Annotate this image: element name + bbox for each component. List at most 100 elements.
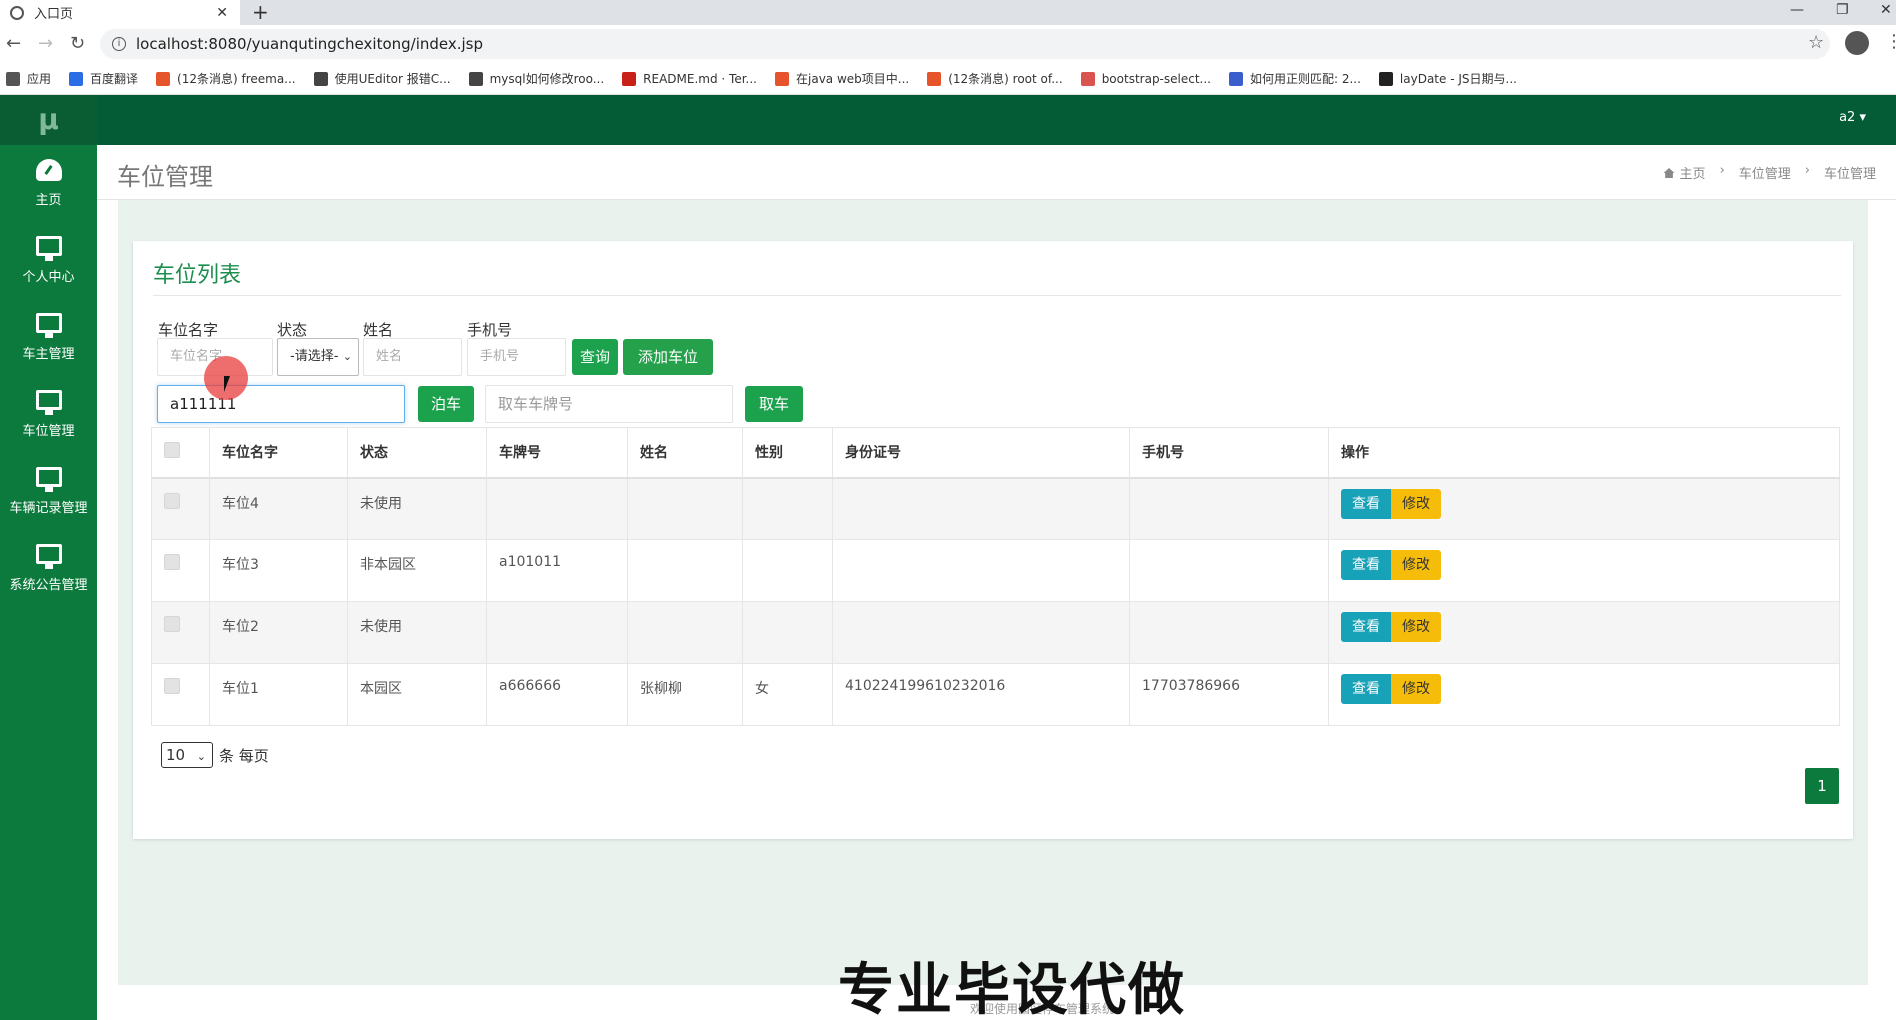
status-filter-label: 状态 (277, 321, 308, 339)
column-header: 状态 (347, 427, 487, 479)
globe-icon (10, 5, 24, 20)
back-icon[interactable]: ← (6, 33, 21, 54)
bookmark-favicon-icon (468, 71, 483, 86)
sidebar-item-label: 系统公告管理 (9, 578, 88, 593)
bookmark-item[interactable]: mysql如何修改roo... (468, 70, 605, 87)
bookmark-item[interactable]: 在java web项目中... (775, 70, 909, 87)
table-cell (742, 477, 833, 540)
bookmark-label: mysql如何修改roo... (489, 72, 605, 86)
edit-button[interactable]: 修改 (1391, 550, 1441, 580)
bookmark-star-icon[interactable]: ☆ (1808, 32, 1824, 53)
edit-button[interactable]: 修改 (1391, 612, 1441, 642)
view-button[interactable]: 查看 (1341, 674, 1391, 704)
minimize-icon[interactable]: — (1790, 0, 1804, 25)
bookmark-label: README.md · Ter... (643, 71, 757, 86)
page-size-select[interactable]: 10 ⌄ (161, 742, 213, 768)
table-cell (1129, 539, 1329, 602)
breadcrumb-home[interactable]: 主页 (1663, 163, 1706, 182)
column-header: 车牌号 (486, 427, 628, 479)
forward-icon[interactable]: → (38, 33, 53, 54)
url-field[interactable]: i localhost:8080/yuanqutingchexitong/ind… (100, 29, 1830, 59)
sidebar: μ 主页 个人中心 车主管理 车位管理 车辆记录管理 系统公告管理 (0, 95, 97, 1020)
pagination-page[interactable]: 1 (1805, 768, 1839, 804)
park-button[interactable]: 泊车 (418, 386, 474, 422)
new-tab-icon[interactable]: + (252, 0, 269, 25)
person-filter-input[interactable]: 姓名 (363, 338, 462, 376)
sidebar-item-records[interactable]: 车辆记录管理 (0, 453, 97, 530)
sidebar-item-spots[interactable]: 车位管理 (0, 376, 97, 453)
divider (153, 295, 1841, 296)
table-cell (486, 601, 628, 664)
reload-icon[interactable]: ↻ (70, 33, 85, 54)
row-select-cell (151, 539, 210, 602)
sidebar-item-owners[interactable]: 车主管理 (0, 299, 97, 376)
take-button[interactable]: 取车 (745, 386, 803, 422)
bookmark-label: 在java web项目中... (796, 72, 910, 86)
table-cell: 车位2 (209, 601, 348, 664)
table-cell (627, 601, 743, 664)
row-checkbox[interactable] (164, 616, 180, 632)
bookmark-item[interactable]: README.md · Ter... (622, 71, 757, 86)
row-checkbox[interactable] (164, 678, 180, 694)
bookmark-favicon-icon (927, 71, 942, 86)
table-cell: 非本园区 (347, 539, 487, 602)
bookmark-item[interactable]: 应用 (6, 70, 51, 87)
page-size-control: 10 ⌄ 条 每页 (161, 742, 269, 768)
bookmark-item[interactable]: (12条消息) root of... (927, 70, 1063, 87)
window-close-icon[interactable]: ✕ (1880, 0, 1892, 25)
bookmark-item[interactable]: 使用UEditor 报错C... (313, 70, 451, 87)
row-checkbox[interactable] (164, 554, 180, 570)
select-all-checkbox[interactable] (164, 442, 180, 459)
column-header: 手机号 (1129, 427, 1329, 479)
actions-cell: 查看 修改 (1328, 477, 1840, 540)
tab-title: 入口页 (34, 7, 74, 22)
monitor-icon (35, 467, 62, 492)
bookmark-favicon-icon (622, 71, 637, 86)
sidebar-item-profile[interactable]: 个人中心 (0, 222, 97, 299)
row-select-cell (151, 477, 210, 540)
bookmark-item[interactable]: (12条消息) freema... (156, 70, 296, 87)
bookmark-item[interactable]: 百度翻译 (69, 70, 138, 87)
edit-button[interactable]: 修改 (1391, 674, 1441, 704)
phone-filter-input[interactable]: 手机号 (467, 338, 566, 376)
row-checkbox[interactable] (164, 492, 180, 509)
bookmark-label: (12条消息) freema... (177, 72, 296, 86)
column-header: 性别 (742, 427, 833, 479)
bookmark-label: 使用UEditor 报错C... (334, 72, 451, 86)
row-select-cell (151, 601, 210, 664)
bookmark-favicon-icon (69, 71, 84, 86)
add-spot-button[interactable]: 添加车位 (623, 339, 713, 375)
breadcrumb-item[interactable]: 车位管理 (1739, 163, 1791, 182)
browser-tab[interactable]: 入口页 ✕ (0, 0, 240, 25)
account-icon[interactable] (1845, 31, 1869, 55)
table-cell (627, 477, 743, 540)
top-navbar: a2 ▾ (97, 95, 1896, 145)
monitor-icon (35, 313, 62, 338)
table-cell (832, 539, 1130, 602)
view-button[interactable]: 查看 (1341, 488, 1391, 519)
view-button[interactable]: 查看 (1341, 550, 1391, 580)
url-text: localhost:8080/yuanqutingchexitong/index… (136, 35, 484, 53)
status-select[interactable]: -请选择- ⌄ (277, 338, 359, 376)
close-icon[interactable]: ✕ (216, 5, 228, 21)
bookmark-item[interactable]: layDate - JS日期与... (1378, 70, 1517, 87)
user-menu[interactable]: a2 ▾ (1839, 110, 1866, 125)
edit-button[interactable]: 修改 (1391, 488, 1441, 519)
spot-list-card: 车位列表 车位名字 车位名字 状态 -请选择- ⌄ 姓名 姓名 手机号 手机号 … (133, 241, 1853, 839)
info-icon[interactable]: i (112, 37, 126, 51)
sidebar-item-notices[interactable]: 系统公告管理 (0, 530, 97, 607)
dashboard-icon (35, 159, 62, 181)
breadcrumb-item: 车位管理 (1823, 167, 1876, 182)
browser-menu-icon[interactable]: ⋮ (1885, 31, 1896, 52)
bookmark-item[interactable]: 如何用正则匹配: 2... (1228, 70, 1361, 87)
view-button[interactable]: 查看 (1341, 612, 1391, 642)
restore-icon[interactable]: ❐ (1836, 0, 1849, 25)
sidebar-item-label: 个人中心 (22, 270, 75, 285)
take-plate-input[interactable]: 取车车牌号 (485, 385, 733, 423)
park-plate-input[interactable]: a111111 (157, 385, 405, 423)
sidebar-item-label: 车位管理 (22, 424, 75, 439)
bookmark-item[interactable]: bootstrap-select... (1080, 71, 1211, 86)
sidebar-item-home[interactable]: 主页 (0, 145, 97, 222)
query-button[interactable]: 查询 (572, 339, 618, 375)
sidebar-item-label: 车主管理 (22, 347, 75, 362)
